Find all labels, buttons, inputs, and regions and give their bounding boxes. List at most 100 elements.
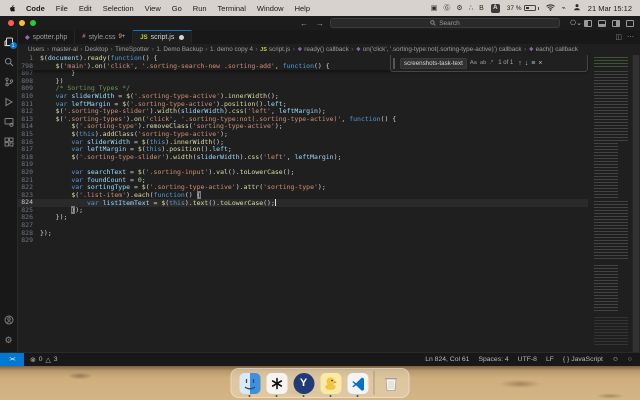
minimap[interactable] — [592, 55, 632, 352]
breadcrumb-item[interactable]: Users — [28, 46, 44, 53]
language-mode[interactable]: { } JavaScript — [563, 356, 603, 363]
split-editor-icon[interactable]: ◫ — [615, 33, 622, 41]
eol-sequence[interactable]: LF — [546, 356, 554, 363]
find-previous-button[interactable]: ↑ — [518, 60, 522, 67]
menubar-status-icons: ▣ Ⓖ ⚙ ∴ B — [431, 5, 484, 12]
dock-item-duck[interactable] — [320, 372, 342, 397]
nav-back-button[interactable]: ← — [300, 19, 308, 28]
code-line[interactable]: 828}); — [18, 229, 588, 238]
dock-item-vscode[interactable] — [347, 372, 369, 397]
code-line[interactable]: 818 $('.sorting-type-slider').width(slid… — [18, 153, 588, 162]
wifi-icon[interactable] — [545, 3, 555, 13]
notifications-bell-icon[interactable]: ○ — [628, 356, 632, 363]
breadcrumb-item[interactable]: TimeSpotter — [115, 46, 149, 53]
errors-count[interactable]: 0 — [39, 356, 43, 363]
control-center-icon[interactable]: ⌁ — [562, 5, 566, 12]
code-line[interactable]: 825 }); — [18, 205, 588, 215]
find-next-button[interactable]: ↓ — [525, 60, 529, 67]
remote-explorer-icon[interactable] — [2, 114, 16, 130]
breadcrumb-item[interactable]: ❖ on('click', '.sorting-type:not(.sorting… — [356, 46, 522, 53]
find-input[interactable]: screenshots-task-text — [400, 57, 467, 69]
code-line[interactable]: 826 }); — [18, 214, 588, 222]
dock-item-chatgpt[interactable] — [266, 372, 288, 397]
find-in-selection-button[interactable]: ≡ — [531, 60, 535, 67]
breadcrumb-item[interactable]: master-al — [52, 46, 78, 53]
tab-label: script.js — [150, 34, 175, 41]
breadcrumb-item[interactable]: Desktop — [85, 46, 108, 53]
nav-forward-button[interactable]: → — [316, 19, 324, 28]
tab-style-css[interactable]: # style.css 9+ — [75, 30, 134, 44]
regex-toggle[interactable]: .* — [489, 60, 493, 66]
tab-spotter-php[interactable]: ◈ spotter.php — [18, 30, 76, 44]
remote-indicator[interactable]: >< — [0, 353, 24, 366]
zoom-window-button[interactable] — [30, 20, 36, 26]
warnings-count[interactable]: 3 — [54, 356, 58, 363]
menu-app-name[interactable]: Code — [26, 4, 45, 13]
menu-item-go[interactable]: Go — [172, 4, 182, 13]
breadcrumb-item[interactable]: ❖ ready() callback — [297, 46, 348, 53]
menu-item-selection[interactable]: Selection — [103, 4, 134, 13]
toggle-primary-sidebar-icon[interactable] — [584, 19, 592, 27]
menu-item-file[interactable]: File — [56, 4, 68, 13]
more-actions-icon[interactable]: ⋯ — [627, 33, 634, 41]
dock-item-finder[interactable] — [239, 372, 261, 397]
breadcrumb-separator: › — [110, 46, 113, 53]
toggle-panel-icon[interactable] — [598, 19, 606, 27]
dock-item-trash[interactable] — [380, 372, 402, 394]
close-window-button[interactable] — [8, 20, 14, 26]
dock-item-y-browser[interactable]: Y — [293, 372, 315, 397]
extensions-icon[interactable] — [2, 134, 16, 150]
cursor-position[interactable]: Ln 824, Col 61 — [425, 356, 469, 363]
menubar-app-icon-1[interactable]: ▣ — [431, 5, 438, 12]
toggle-secondary-sidebar-icon[interactable] — [612, 19, 620, 27]
breadcrumb-label: each() callback — [535, 46, 578, 53]
menu-item-terminal[interactable]: Terminal — [218, 4, 246, 13]
apple-menu-icon[interactable] — [8, 4, 16, 13]
duck-app-icon — [320, 372, 341, 394]
menu-item-help[interactable]: Help — [295, 4, 310, 13]
menu-item-edit[interactable]: Edit — [79, 4, 92, 13]
input-source-icon[interactable]: A — [490, 3, 500, 13]
indentation[interactable]: Spaces: 4 — [478, 356, 508, 363]
breadcrumb-item[interactable]: 1. demo copy 4 — [210, 46, 253, 53]
code-line[interactable]: 823 $('.list-item').each(function() { — [18, 190, 588, 200]
menubar-clock[interactable]: 21 Mar 15:12 — [588, 4, 632, 13]
breadcrumb-item[interactable]: 1. Demo Backup — [156, 46, 203, 53]
account-menu-icon[interactable]: ⎔⌄ — [570, 19, 582, 27]
command-center-search[interactable]: Search — [330, 18, 560, 28]
code-line[interactable]: 829 — [18, 237, 588, 245]
toggle-replace-chevron[interactable] — [393, 57, 396, 69]
menubar-app-icon-3[interactable]: ⚙ — [456, 5, 462, 12]
run-debug-icon[interactable] — [2, 94, 16, 110]
breadcrumb-item[interactable]: ❖ each() callback — [529, 46, 578, 53]
feedback-icon[interactable]: ☺ — [612, 356, 619, 363]
settings-gear-icon[interactable]: ⚙ — [2, 332, 16, 348]
encoding[interactable]: UTF-8 — [518, 356, 537, 363]
tab-script-js[interactable]: JS script.js — [133, 30, 193, 44]
errors-icon[interactable]: ⊗ — [30, 356, 36, 364]
minimize-window-button[interactable] — [19, 20, 25, 26]
account-icon[interactable] — [2, 312, 16, 328]
search-view-icon[interactable] — [2, 54, 16, 70]
user-menu-icon[interactable] — [573, 3, 581, 13]
menu-item-window[interactable]: Window — [257, 4, 284, 13]
menu-item-view[interactable]: View — [145, 4, 161, 13]
menubar-app-icon-2[interactable]: Ⓖ — [443, 5, 450, 12]
customize-layout-icon[interactable] — [626, 19, 634, 27]
menu-item-run[interactable]: Run — [193, 4, 207, 13]
code-line[interactable]: 824 var listItemText = $(this).text().to… — [18, 199, 588, 207]
explorer-icon[interactable]: 1 — [2, 34, 17, 50]
code-line[interactable]: 827 — [18, 221, 588, 230]
menubar-app-icon-4[interactable]: ∴ — [469, 5, 473, 12]
battery-indicator[interactable]: 37 % — [507, 5, 539, 12]
menubar-app-icon-5[interactable]: B — [479, 5, 484, 12]
editor-scrollbar[interactable] — [632, 55, 640, 352]
source-control-icon[interactable] — [2, 74, 16, 90]
breadcrumb-item[interactable]: JS script.js — [260, 46, 290, 53]
code-editor[interactable]: 1 $(document).ready(function() {798 $('ma… — [18, 55, 640, 352]
warnings-icon[interactable]: △ — [45, 356, 50, 364]
close-find-button[interactable]: × — [538, 60, 542, 67]
whole-word-toggle[interactable]: ab — [480, 60, 486, 66]
match-case-toggle[interactable]: Aa — [470, 60, 477, 66]
